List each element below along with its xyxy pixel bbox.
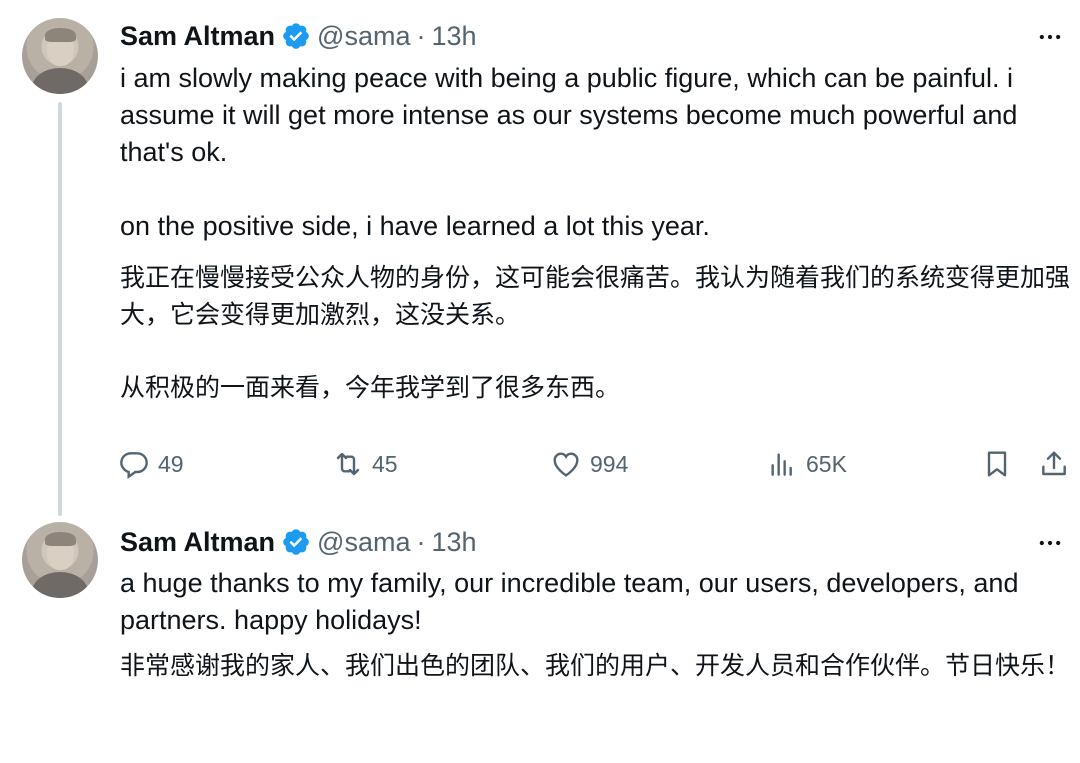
timestamp[interactable]: 13h [431,21,476,52]
views-icon [771,453,792,476]
reply-button[interactable]: 49 [118,446,184,482]
verified-badge-icon [283,529,309,555]
views-count: 65K [806,450,847,477]
retweet-icon [336,452,360,476]
reply-count: 49 [158,450,184,477]
share-icon [1042,451,1066,476]
author-handle[interactable]: @sama [317,21,410,52]
separator-dot: · [416,526,426,557]
more-horizontal-icon [1039,34,1061,40]
avatar[interactable] [22,18,98,94]
verified-badge-icon [283,23,309,49]
separator-dot: · [416,20,426,51]
tweet-text-paragraph: on the positive side, i have learned a l… [120,211,710,241]
tweet-actions-bar: 49 45 994 65K [118,446,1078,482]
author-name[interactable]: Sam Altman [120,527,275,558]
avatar[interactable] [22,522,98,598]
more-horizontal-icon [1039,540,1061,546]
author-name[interactable]: Sam Altman [120,21,275,52]
share-button[interactable] [1038,446,1070,482]
author-handle[interactable]: @sama [317,527,410,558]
retweet-button[interactable]: 45 [332,446,398,482]
retweet-count: 45 [372,450,398,477]
bookmark-icon [987,451,1007,477]
views-button[interactable]: 65K [766,446,847,482]
reply-icon [120,452,148,479]
tweet-text-paragraph: i am slowly making peace with being a pu… [120,63,1018,167]
translation-paragraph: 非常感谢我的家人、我们出色的团队、我们的用户、开发人员和合作伙伴。节日快乐！ [120,651,1071,680]
translation-paragraph: 我正在慢慢接受公众人物的身份，这可能会很痛苦。我认为随着我们的系统变得更加强大，… [120,263,1071,329]
tweet-header: Sam Altman @sama · 13h [120,524,477,560]
like-icon [553,452,579,477]
like-button[interactable]: 994 [550,446,628,482]
more-options-button[interactable] [1034,527,1066,559]
tweet[interactable]: Sam Altman @sama · 13h i am slowly makin… [0,0,1080,516]
bookmark-button[interactable] [981,446,1013,482]
tweet-header: Sam Altman @sama · 13h [120,18,477,54]
more-options-button[interactable] [1034,21,1066,53]
thread-connector-line [58,102,62,516]
like-count: 994 [590,450,629,477]
tweet[interactable]: Sam Altman @sama · 13h a huge thanks to … [0,510,1080,763]
translation-paragraph: 从积极的一面来看，今年我学到了很多东西。 [120,373,621,402]
timestamp[interactable]: 13h [431,527,476,558]
tweet-text-paragraph: a huge thanks to my family, our incredib… [120,568,1019,635]
